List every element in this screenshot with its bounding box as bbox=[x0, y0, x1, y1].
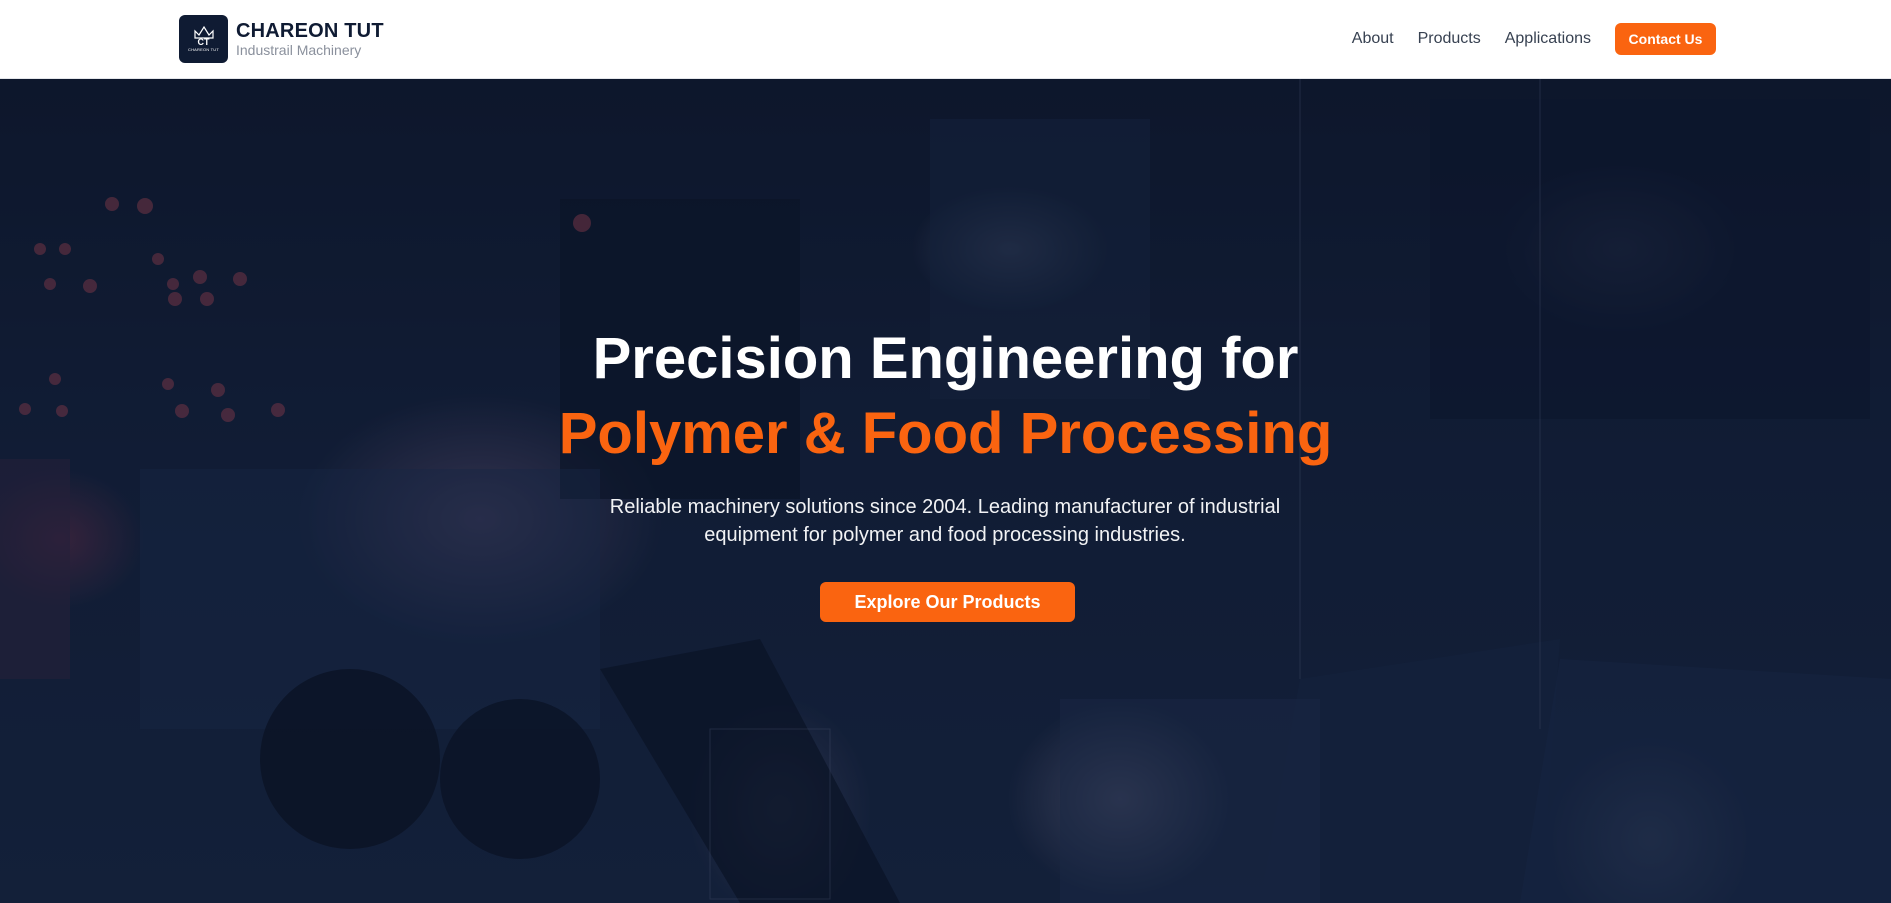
hero-title: Precision Engineering for bbox=[592, 326, 1299, 391]
contact-us-button[interactable]: Contact Us bbox=[1615, 23, 1716, 55]
logo[interactable]: CT CHAREON TUT bbox=[179, 15, 228, 63]
brand[interactable]: CT CHAREON TUT CHAREON TUT Industrail Ma… bbox=[179, 15, 384, 63]
main-nav: About Products Applications Contact Us bbox=[1352, 23, 1716, 55]
logo-initials: CT bbox=[197, 37, 210, 47]
nav-link-applications[interactable]: Applications bbox=[1505, 23, 1591, 55]
nav-link-products[interactable]: Products bbox=[1418, 23, 1481, 55]
hero-content: Precision Engineering for Polymer & Food… bbox=[0, 79, 1891, 903]
logo-caption: CHAREON TUT bbox=[187, 47, 220, 52]
hero-section: Precision Engineering for Polymer & Food… bbox=[0, 79, 1891, 903]
brand-name[interactable]: CHAREON TUT bbox=[236, 20, 384, 42]
nav-link-about[interactable]: About bbox=[1352, 23, 1394, 55]
brand-tagline: Industrail Machinery bbox=[236, 42, 362, 58]
brand-text: CHAREON TUT Industrail Machinery bbox=[236, 20, 384, 58]
explore-products-button[interactable]: Explore Our Products bbox=[820, 582, 1075, 622]
hero-subtitle: Reliable machinery solutions since 2004.… bbox=[609, 496, 1281, 546]
hero-title-highlight: Polymer & Food Processing bbox=[558, 401, 1333, 466]
site-header: CT CHAREON TUT CHAREON TUT Industrail Ma… bbox=[0, 0, 1891, 79]
